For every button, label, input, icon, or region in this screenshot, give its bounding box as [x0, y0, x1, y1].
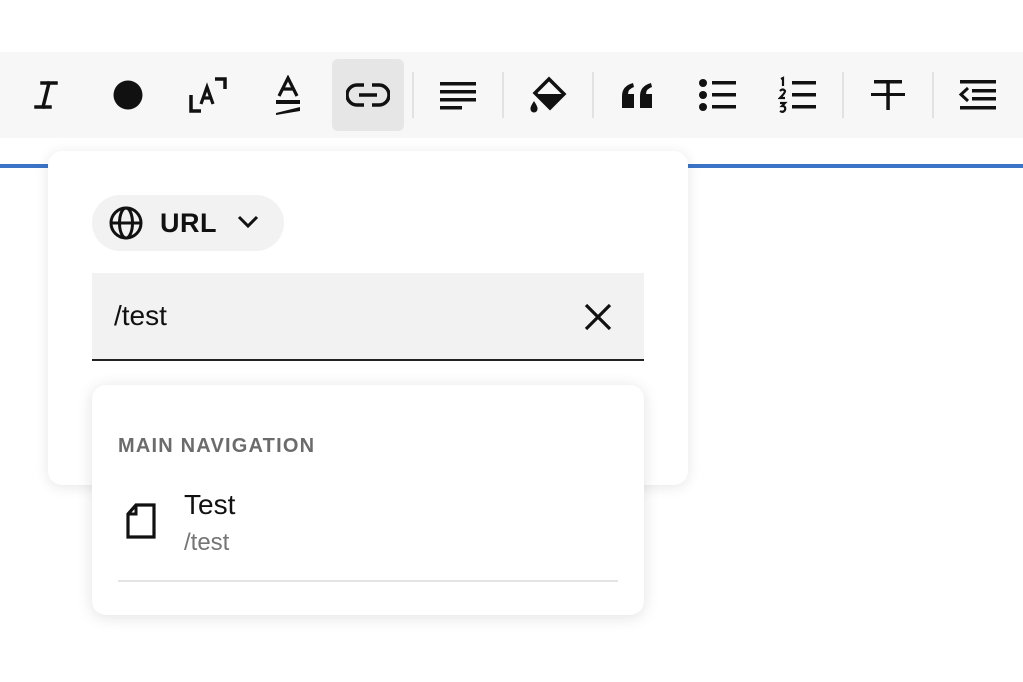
- font-size-button[interactable]: [172, 59, 244, 131]
- quote-button[interactable]: [602, 59, 674, 131]
- text-highlight-icon: [276, 75, 300, 115]
- suggestion-title: Test: [184, 489, 236, 520]
- toolbar-separator: [412, 72, 414, 118]
- formatting-toolbar: [0, 52, 1023, 138]
- numbered-list-icon: [778, 76, 816, 113]
- toolbar-separator: [842, 72, 844, 118]
- numbered-list-button[interactable]: [762, 59, 834, 131]
- link-type-label: URL: [160, 208, 217, 238]
- strikethrough-button[interactable]: [852, 59, 924, 131]
- suggestion-path: /test: [184, 529, 230, 556]
- bulleted-list-button[interactable]: [682, 59, 754, 131]
- close-icon[interactable]: [582, 301, 614, 333]
- link-type-dropdown[interactable]: URL: [92, 195, 284, 251]
- top-strip: [0, 0, 1023, 52]
- page-icon: [126, 503, 156, 539]
- link-button[interactable]: [332, 59, 404, 131]
- globe-icon: [109, 206, 143, 240]
- paint-bucket-icon: [530, 76, 567, 113]
- outdent-icon: [958, 80, 996, 110]
- align-button[interactable]: [422, 59, 494, 131]
- font-size-icon: [189, 77, 227, 113]
- strikethrough-icon: [871, 80, 905, 110]
- suggestions-divider: [118, 580, 618, 582]
- url-input[interactable]: [114, 299, 554, 333]
- chevron-down-icon: [237, 215, 259, 229]
- url-field: [92, 273, 644, 361]
- italic-button[interactable]: [10, 59, 82, 131]
- suggestions-section-title: MAIN NAVIGATION: [118, 435, 316, 457]
- quote-icon: [622, 83, 652, 108]
- align-left-icon: [440, 82, 476, 110]
- color-dot-icon: [113, 80, 143, 110]
- link-icon: [346, 83, 390, 107]
- outdent-button[interactable]: [942, 59, 1014, 131]
- toolbar-separator: [592, 72, 594, 118]
- fill-button[interactable]: [512, 59, 584, 131]
- text-color-button[interactable]: [92, 59, 164, 131]
- highlight-button[interactable]: [252, 59, 324, 131]
- suggestion-item[interactable]: Test /test: [92, 483, 644, 579]
- toolbar-separator: [932, 72, 934, 118]
- italic-icon: [34, 80, 58, 110]
- link-suggestions-panel: MAIN NAVIGATION Test /test: [92, 385, 644, 615]
- bulleted-list-icon: [699, 79, 736, 111]
- toolbar-separator: [502, 72, 504, 118]
